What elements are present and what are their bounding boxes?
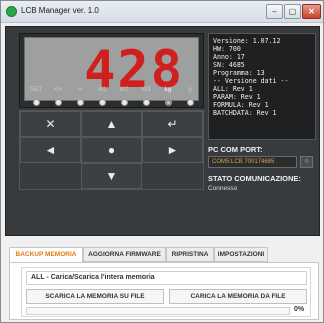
info-line: PARAM: Rev 1 bbox=[213, 93, 261, 101]
indicator-dot-zero bbox=[55, 99, 62, 106]
info-line: FORMULA: Rev 1 bbox=[213, 101, 269, 109]
indicator-dot-w2 bbox=[121, 99, 128, 106]
tab-ripristina[interactable]: RIPRISTINA bbox=[166, 247, 214, 262]
indicator-label-w2: W2 bbox=[119, 87, 129, 93]
info-line: Versione: 1.07.12 bbox=[213, 37, 281, 45]
app-window: LCB Manager ver. 1.0 – ▢ ✕ 428 NET >0< >… bbox=[0, 0, 324, 323]
backup-panel: ALL - Carica/Scarica l'intera memoria SC… bbox=[9, 262, 319, 320]
info-line: Programma: 13 bbox=[213, 69, 265, 77]
window-title: LCB Manager ver. 1.0 bbox=[21, 6, 99, 15]
right-key[interactable]: ► bbox=[142, 137, 203, 163]
indicator-label-kg: kg bbox=[164, 87, 172, 93]
indicator-label-stable: >< bbox=[76, 87, 84, 93]
info-line: Anno: 17 bbox=[213, 53, 245, 61]
info-line: HW: 700 bbox=[213, 45, 241, 53]
info-line: SN: 4685 bbox=[213, 61, 245, 69]
indicator-dot-kg bbox=[165, 99, 172, 106]
indicator-labels: NET >0< >< W1 W2 W3 kg g bbox=[25, 87, 203, 97]
device-info-box: Versione: 1.07.12 HW: 700 Anno: 17 SN: 4… bbox=[208, 33, 316, 140]
title-bar[interactable]: LCB Manager ver. 1.0 – ▢ ✕ bbox=[1, 1, 323, 23]
maximize-button[interactable]: ▢ bbox=[284, 4, 301, 19]
app-logo-icon bbox=[6, 6, 17, 17]
com-port-select[interactable]: COM5:LCB 700174685 bbox=[208, 156, 297, 168]
indicator-dot-stable bbox=[77, 99, 84, 106]
refresh-icon[interactable]: ○ bbox=[300, 156, 313, 168]
up-key[interactable]: ▲ bbox=[81, 111, 142, 137]
indicator-label-zero: >0< bbox=[52, 87, 64, 93]
info-line: BATCHDATA: Rev 1 bbox=[213, 109, 277, 117]
indicator-dot-g bbox=[187, 99, 194, 106]
indicator-label-net: NET bbox=[30, 87, 42, 93]
indicator-label-w1: W1 bbox=[97, 87, 107, 93]
minimize-button[interactable]: – bbox=[266, 4, 283, 19]
download-memory-button[interactable]: SCARICA LA MEMORIA SU FILE bbox=[26, 289, 164, 304]
enter-key[interactable]: ↵ bbox=[142, 111, 203, 137]
keypad: ✕ ▲ ↵ ◄ ● ► ▼ bbox=[19, 110, 204, 190]
zero-key[interactable]: ✕ bbox=[20, 111, 81, 137]
upload-memory-button[interactable]: CARICA LA MEMORIA DA FILE bbox=[169, 289, 307, 304]
progress-percent: 0% bbox=[294, 306, 305, 313]
info-line: ALL: Rev 1 bbox=[213, 85, 253, 93]
indicator-label-w3: W3 bbox=[141, 87, 151, 93]
backup-group: ALL - Carica/Scarica l'intera memoria SC… bbox=[21, 267, 311, 317]
tab-impostazioni[interactable]: IMPOSTAZIONI bbox=[214, 247, 268, 262]
indicator-dot-w3 bbox=[143, 99, 150, 106]
memory-operation-select[interactable]: ALL - Carica/Scarica l'intera memoria bbox=[26, 271, 307, 285]
progress-bar bbox=[26, 307, 290, 315]
status-label: STATO COMUNICAZIONE: bbox=[208, 174, 301, 183]
scale-panel: 428 NET >0< >< W1 W2 W3 kg g ✕ ▲ ↵ ◄ ● ► bbox=[5, 26, 320, 236]
indicator-label-g: g bbox=[188, 87, 192, 93]
keypad-blank-left bbox=[20, 163, 81, 189]
tab-backup-memoria[interactable]: BACKUP MEMORIA bbox=[9, 247, 83, 263]
indicator-dot-net bbox=[33, 99, 40, 106]
keypad-blank-right bbox=[142, 163, 203, 189]
close-button[interactable]: ✕ bbox=[302, 4, 321, 19]
tab-aggiorna-firmware[interactable]: AGGIORNA FIRMWARE bbox=[83, 247, 166, 262]
pc-com-port-label: PC COM PORT: bbox=[208, 145, 263, 154]
status-value: Connesso bbox=[208, 185, 238, 192]
left-key[interactable]: ◄ bbox=[20, 137, 81, 163]
down-key[interactable]: ▼ bbox=[81, 163, 142, 189]
center-key[interactable]: ● bbox=[81, 137, 142, 163]
indicator-dot-w1 bbox=[99, 99, 106, 106]
info-line: -- Versione dati -- bbox=[213, 77, 289, 85]
